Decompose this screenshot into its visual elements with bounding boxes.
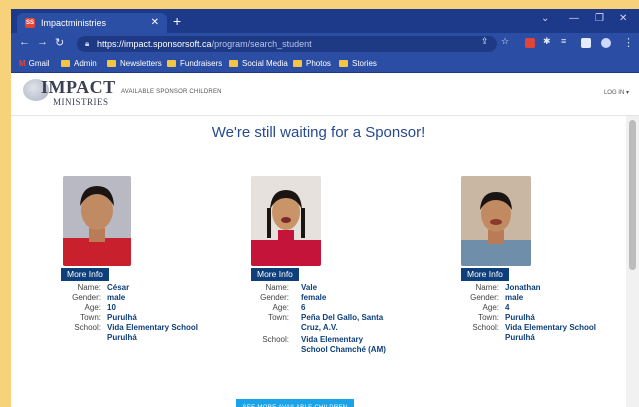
school-label: School: (262, 335, 289, 344)
favicon-icon: SS (25, 18, 35, 28)
name-label: Name: (77, 283, 101, 292)
folder-icon (167, 60, 176, 67)
site-header: IMPACT MINISTRIES AVAILABLE SPONSOR CHIL… (11, 73, 639, 116)
child-age: 10 (107, 303, 116, 312)
town-label: Town: (268, 313, 289, 322)
child-school: Vida Elementary School Chamché (AM) (301, 335, 386, 354)
bookmark-admin[interactable]: Admin (61, 55, 97, 72)
child-town: Purulhá (505, 313, 535, 322)
more-info-button[interactable]: More Info (251, 268, 299, 281)
name-label: Name: (475, 283, 499, 292)
more-info-button[interactable]: More Info (461, 268, 509, 281)
child-name: Vale (301, 283, 318, 292)
age-label: Age: (272, 303, 289, 312)
folder-icon (107, 60, 116, 67)
child-gender: male (107, 293, 126, 302)
menu-icon[interactable]: ⋮ (623, 36, 634, 49)
gender-label: Gender: (72, 293, 101, 302)
child-card: More Info Name: César Gender: male Age: … (41, 176, 201, 396)
address-bar-row: ← → ↻ 🔒︎ https://impact.sponsorsoft.ca/p… (11, 33, 639, 55)
page-scrollbar[interactable] (626, 116, 639, 407)
folder-icon (61, 60, 70, 67)
child-gender: male (505, 293, 524, 302)
child-card: More Info Name: Jonathan Gender: male Ag… (439, 176, 599, 396)
url-host: https://impact.sponsorsoft.ca (97, 39, 212, 49)
town-label: Town: (478, 313, 499, 322)
side-panel-icon[interactable] (581, 38, 591, 48)
back-icon[interactable]: ← (19, 36, 30, 48)
extensions-puzzle-icon[interactable]: ✱ (543, 36, 551, 47)
bookmark-newsletters[interactable]: Newsletters (107, 55, 162, 72)
child-photo (461, 176, 531, 266)
age-label: Age: (84, 303, 101, 312)
reading-list-icon[interactable]: ≡ (561, 36, 566, 46)
folder-icon (339, 60, 348, 67)
folder-icon (229, 60, 238, 67)
new-tab-button[interactable]: + (173, 12, 181, 30)
town-label: Town: (80, 313, 101, 322)
child-age: 4 (505, 303, 510, 312)
child-name: César (107, 283, 130, 292)
restore-icon[interactable]: ❐ (595, 13, 604, 24)
child-school: Vida Elementary School Purulhá (505, 323, 596, 342)
close-window-icon[interactable]: ✕ (619, 13, 627, 24)
child-town: Purulhá (107, 313, 137, 322)
minimize-icon[interactable]: — (569, 13, 579, 24)
bookmark-star-icon[interactable]: ☆ (501, 36, 509, 47)
login-menu[interactable]: LOG IN ▾ (604, 89, 629, 96)
share-icon[interactable]: ⇪ (481, 36, 489, 47)
see-more-children-button[interactable]: SEE MORE AVAILABLE CHILDREN (236, 399, 354, 407)
extension-icon[interactable] (525, 38, 535, 48)
child-age: 6 (301, 303, 306, 312)
scrollbar-thumb[interactable] (629, 120, 636, 270)
browser-window: SS Impactministries ✕ + ⌄ — ❐ ✕ ← → ↻ 🔒︎… (11, 9, 639, 407)
child-name: Jonathan (505, 283, 541, 292)
bookmark-gmail[interactable]: M Gmail (19, 55, 50, 72)
site-logo[interactable]: IMPACT MINISTRIES (23, 77, 115, 111)
url-path: /program/search_student (211, 39, 312, 49)
bookmark-photos[interactable]: Photos (293, 55, 331, 72)
folder-icon (293, 60, 302, 67)
bookmarks-bar: M Gmail Admin Newsletters Fundraisers Soc… (11, 55, 639, 73)
nav-available-sponsor-children[interactable]: AVAILABLE SPONSOR CHILDREN (121, 89, 222, 95)
child-photo (251, 176, 321, 266)
profile-avatar[interactable] (601, 38, 611, 48)
gender-label: Gender: (470, 293, 499, 302)
child-school: Vida Elementary School Purulhá (107, 323, 198, 342)
tab-bar: SS Impactministries ✕ + ⌄ — ❐ ✕ (11, 9, 639, 33)
lock-icon[interactable]: 🔒︎ (85, 36, 89, 52)
url-input[interactable]: 🔒︎ https://impact.sponsorsoft.ca/program… (77, 36, 497, 52)
browser-tab[interactable]: SS Impactministries ✕ (17, 13, 167, 33)
gender-label: Gender: (260, 293, 289, 302)
school-label: School: (472, 323, 499, 332)
forward-icon[interactable]: → (37, 36, 48, 48)
main-content: We're still waiting for a Sponsor! More … (11, 116, 626, 407)
child-gender: female (301, 293, 327, 302)
child-photo (63, 176, 131, 266)
child-town: Peña Del Gallo, Santa Cruz, A.V. (301, 313, 384, 332)
bookmark-social-media[interactable]: Social Media (229, 55, 288, 72)
gmail-icon: M (19, 59, 26, 68)
child-card: More Info Name: Vale Gender: female Age:… (229, 176, 389, 396)
more-info-button[interactable]: More Info (61, 268, 109, 281)
tab-search-icon[interactable]: ⌄ (541, 13, 549, 24)
name-label: Name: (265, 283, 289, 292)
page-title: We're still waiting for a Sponsor! (211, 124, 426, 141)
age-label: Age: (482, 303, 499, 312)
tab-title: Impactministries (41, 18, 107, 28)
school-label: School: (74, 323, 101, 332)
bookmark-stories[interactable]: Stories (339, 55, 377, 72)
reload-icon[interactable]: ↻ (55, 36, 64, 49)
bookmark-fundraisers[interactable]: Fundraisers (167, 55, 222, 72)
close-tab-icon[interactable]: ✕ (151, 13, 159, 33)
